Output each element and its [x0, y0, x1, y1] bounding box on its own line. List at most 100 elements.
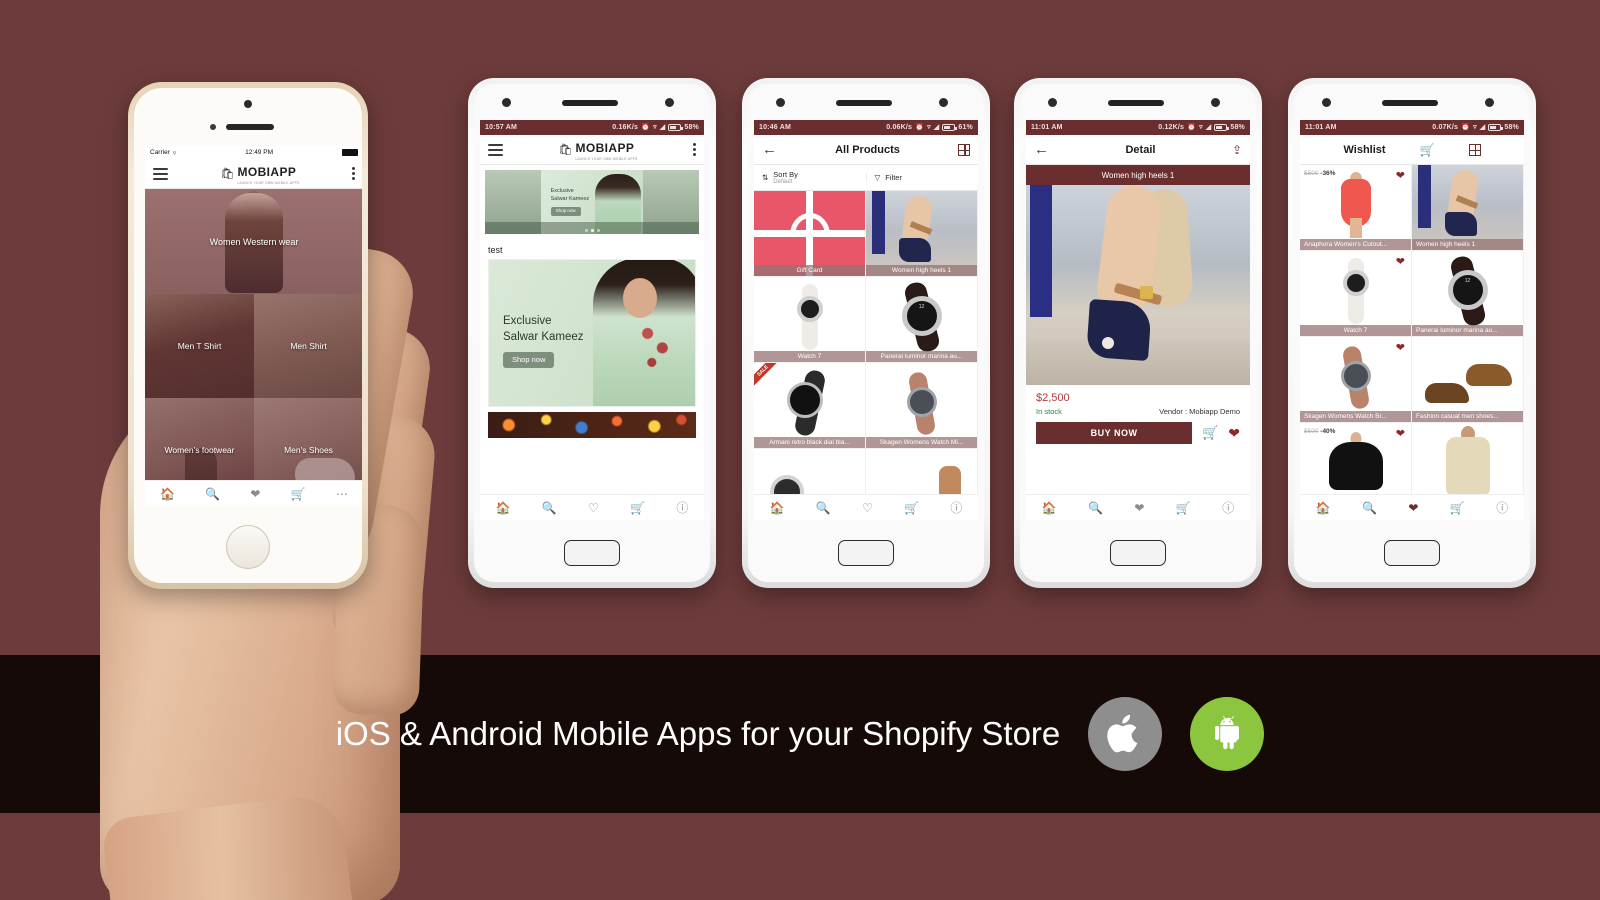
home-icon[interactable]: 🏠	[1042, 502, 1057, 514]
wishlist-item[interactable]: ❤ Watch 7	[1300, 251, 1412, 337]
info-icon[interactable]: ⓘ	[950, 502, 962, 514]
info-icon[interactable]: ⓘ	[1496, 502, 1508, 514]
search-icon[interactable]: 🔍	[205, 488, 220, 500]
phone-2-android: 10:57 AM 0.16K/s ⏰ ▿ ◢ 58% 🛍 MOBIAPP LAU…	[468, 78, 716, 588]
category-card-men-tshirt[interactable]: Men T Shirt	[145, 294, 254, 398]
phone-3-appbar: ← All Products	[754, 135, 978, 165]
sort-icon: ⇅	[762, 173, 769, 182]
product-name: Watch 7	[1300, 325, 1411, 336]
home-icon[interactable]: 🏠	[496, 502, 511, 514]
heart-filled-icon[interactable]: ❤	[1396, 343, 1405, 354]
home-icon[interactable]: 🏠	[160, 488, 175, 500]
share-icon[interactable]: ⇪	[1232, 143, 1242, 157]
home-icon[interactable]: 🏠	[770, 502, 785, 514]
heart-filled-icon[interactable]: ❤	[1228, 425, 1240, 442]
cart-add-icon[interactable]: 🛒	[1420, 143, 1435, 157]
grid-view-icon[interactable]	[1468, 143, 1481, 156]
home-button[interactable]	[1384, 540, 1440, 566]
bokeh-lights-banner[interactable]	[488, 412, 696, 438]
product-hero-image[interactable]	[1026, 185, 1250, 385]
heart-filled-icon[interactable]: ❤	[1396, 171, 1405, 182]
wishlist-item[interactable]: Fashion casual men shoes...	[1412, 337, 1524, 423]
sort-by-value: Default	[773, 179, 793, 185]
search-icon[interactable]: 🔍	[816, 502, 831, 514]
data-rate-label: 0.16K/s	[612, 124, 639, 131]
home-button[interactable]	[1110, 540, 1166, 566]
search-icon[interactable]: 🔍	[542, 502, 557, 514]
home-button[interactable]	[838, 540, 894, 566]
search-icon[interactable]: 🔍	[1088, 502, 1103, 514]
promo-embroidery-detail	[635, 316, 677, 374]
cart-icon[interactable]: 🛒	[1450, 502, 1465, 514]
earpiece-speaker	[836, 100, 892, 106]
promo-banner-salwar-kameez[interactable]: Exclusive Salwar Kameez Shop now	[488, 259, 696, 407]
product-card[interactable]: Women high heels 1	[866, 191, 978, 277]
clock-label: 11:01 AM	[1305, 124, 1337, 131]
back-arrow-icon[interactable]: ←	[1034, 142, 1049, 157]
product-name: Anaphora Women's Cutout...	[1300, 239, 1411, 250]
heart-filled-icon[interactable]: ❤	[1396, 429, 1405, 440]
heart-filled-icon[interactable]: ❤	[1396, 257, 1405, 268]
data-rate-label: 0.06K/s	[886, 124, 913, 131]
heart-icon[interactable]: ❤	[250, 488, 260, 500]
cart-icon[interactable]: 🛒	[630, 502, 645, 514]
product-card[interactable]: Skagen Womens Watch Mi...	[866, 363, 978, 449]
back-arrow-icon[interactable]: ←	[762, 142, 777, 157]
wifi-icon: ▿	[653, 124, 657, 131]
sort-by-control[interactable]: ⇅ Sort By Default	[754, 170, 866, 185]
heart-icon[interactable]: ❤	[1134, 502, 1144, 514]
wishlist-item[interactable]: Women high heels 1	[1412, 165, 1524, 251]
search-icon[interactable]: 🔍	[1362, 502, 1377, 514]
grid-view-icon[interactable]	[957, 143, 970, 156]
category-card-women-western-wear[interactable]: Women Western wear	[145, 189, 362, 294]
wishlist-item[interactable]: ❤ Skagen Womens Watch Br...	[1300, 337, 1412, 423]
buy-now-button[interactable]: BUY NOW	[1036, 422, 1193, 444]
cart-icon[interactable]: 🛒	[904, 502, 919, 514]
product-name: Skagen Womens Watch Mi...	[866, 437, 977, 448]
category-label: Women Western wear	[209, 236, 299, 247]
battery-icon	[668, 124, 683, 131]
background-dark-band	[0, 655, 1600, 813]
shoes-image	[1412, 337, 1523, 422]
product-grid: Gift Card Women high heels 1 Watch 7 Pan…	[754, 191, 978, 520]
cart-icon[interactable]: 🛒	[291, 488, 306, 500]
more-icon[interactable]: ⋯	[336, 488, 348, 500]
vendor-label: Vendor : Mobiapp Demo	[1159, 407, 1240, 416]
product-card[interactable]: Watch 7	[754, 277, 866, 363]
hero-carousel[interactable]: Exclusive Salwar Kameez Shop now	[485, 170, 699, 234]
phone-2-bottom-nav: 🏠 🔍 ♡ 🛒 ⓘ	[480, 494, 704, 520]
product-card[interactable]: SALE Armani retro black dial bla...	[754, 363, 866, 449]
cart-icon[interactable]: 🛒	[1176, 502, 1191, 514]
carousel-dots[interactable]	[485, 229, 699, 232]
battery-icon	[942, 124, 957, 131]
kebab-menu-icon[interactable]	[352, 165, 355, 182]
wishlist-item[interactable]: Panerai luminor marina au...	[1412, 251, 1524, 337]
category-card-men-shirt[interactable]: Men Shirt	[254, 294, 362, 398]
filter-control[interactable]: ▽ Filter	[865, 173, 979, 182]
phone-3-bottom-nav: 🏠 🔍 ♡ 🛒 ⓘ	[754, 494, 978, 520]
cart-icon[interactable]: 🛒	[1202, 425, 1218, 441]
heart-icon[interactable]: ♡	[588, 502, 599, 514]
carousel-cta-button[interactable]: Shop now	[550, 206, 581, 216]
watch-image	[866, 363, 977, 448]
hamburger-menu-icon[interactable]	[153, 165, 168, 183]
home-button[interactable]	[226, 525, 270, 569]
info-icon[interactable]: ⓘ	[676, 502, 688, 514]
home-icon[interactable]: 🏠	[1316, 502, 1331, 514]
home-button[interactable]	[564, 540, 620, 566]
wishlist-item[interactable]: $500 -36% ❤ Anaphora Women's Cutout...	[1300, 165, 1412, 251]
product-card[interactable]: Panerai luminor marina au...	[866, 277, 978, 363]
alarm-icon: ⏰	[641, 124, 651, 131]
background-lower	[0, 813, 1600, 900]
app-logo-tagline: LAUNCH YOUR OWN MOBILE APPS	[237, 180, 300, 185]
gift-card-image	[754, 191, 865, 276]
promo-shop-now-button[interactable]: Shop now	[503, 352, 555, 369]
kebab-menu-icon[interactable]	[693, 141, 696, 158]
clock-label: 10:57 AM	[485, 124, 518, 131]
info-icon[interactable]: ⓘ	[1222, 502, 1234, 514]
hamburger-menu-icon[interactable]	[488, 141, 503, 159]
heart-icon[interactable]: ♡	[862, 502, 873, 514]
phone-1-iphone: Carrier ▿ 12:49 PM 🛍 MOBIAPP LAUNCH YOUR…	[128, 82, 368, 589]
product-card[interactable]: Gift Card	[754, 191, 866, 277]
heart-icon[interactable]: ❤	[1408, 502, 1418, 514]
